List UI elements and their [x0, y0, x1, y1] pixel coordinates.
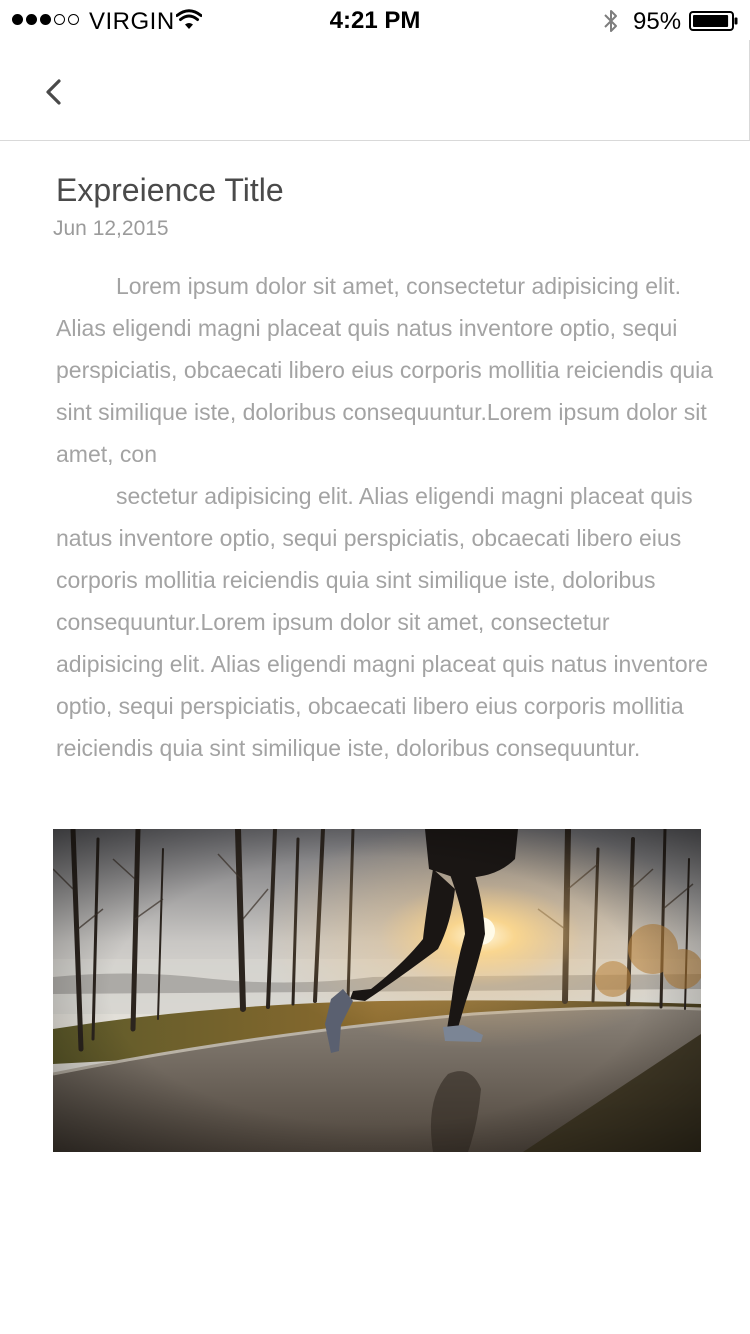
status-bar: VIRGIN 4:21 PM 95% [0, 0, 750, 40]
battery-percentage: 95% [633, 8, 682, 35]
back-button[interactable] [30, 68, 80, 118]
battery-icon [689, 11, 738, 31]
article-body: Lorem ipsum dolor sit amet, consectetur … [56, 265, 716, 769]
article-paragraph: sectetur adipisicing elit. Alias eligend… [56, 483, 709, 761]
runner-photo [53, 829, 701, 1152]
article-paragraph: Lorem ipsum dolor sit amet, consectetur … [56, 273, 714, 467]
navigation-bar [0, 40, 750, 141]
bluetooth-icon [604, 10, 617, 32]
chevron-left-icon [46, 79, 61, 105]
article-title: Expreience Title [56, 172, 284, 208]
article-date: Jun 12,2015 [53, 217, 169, 240]
